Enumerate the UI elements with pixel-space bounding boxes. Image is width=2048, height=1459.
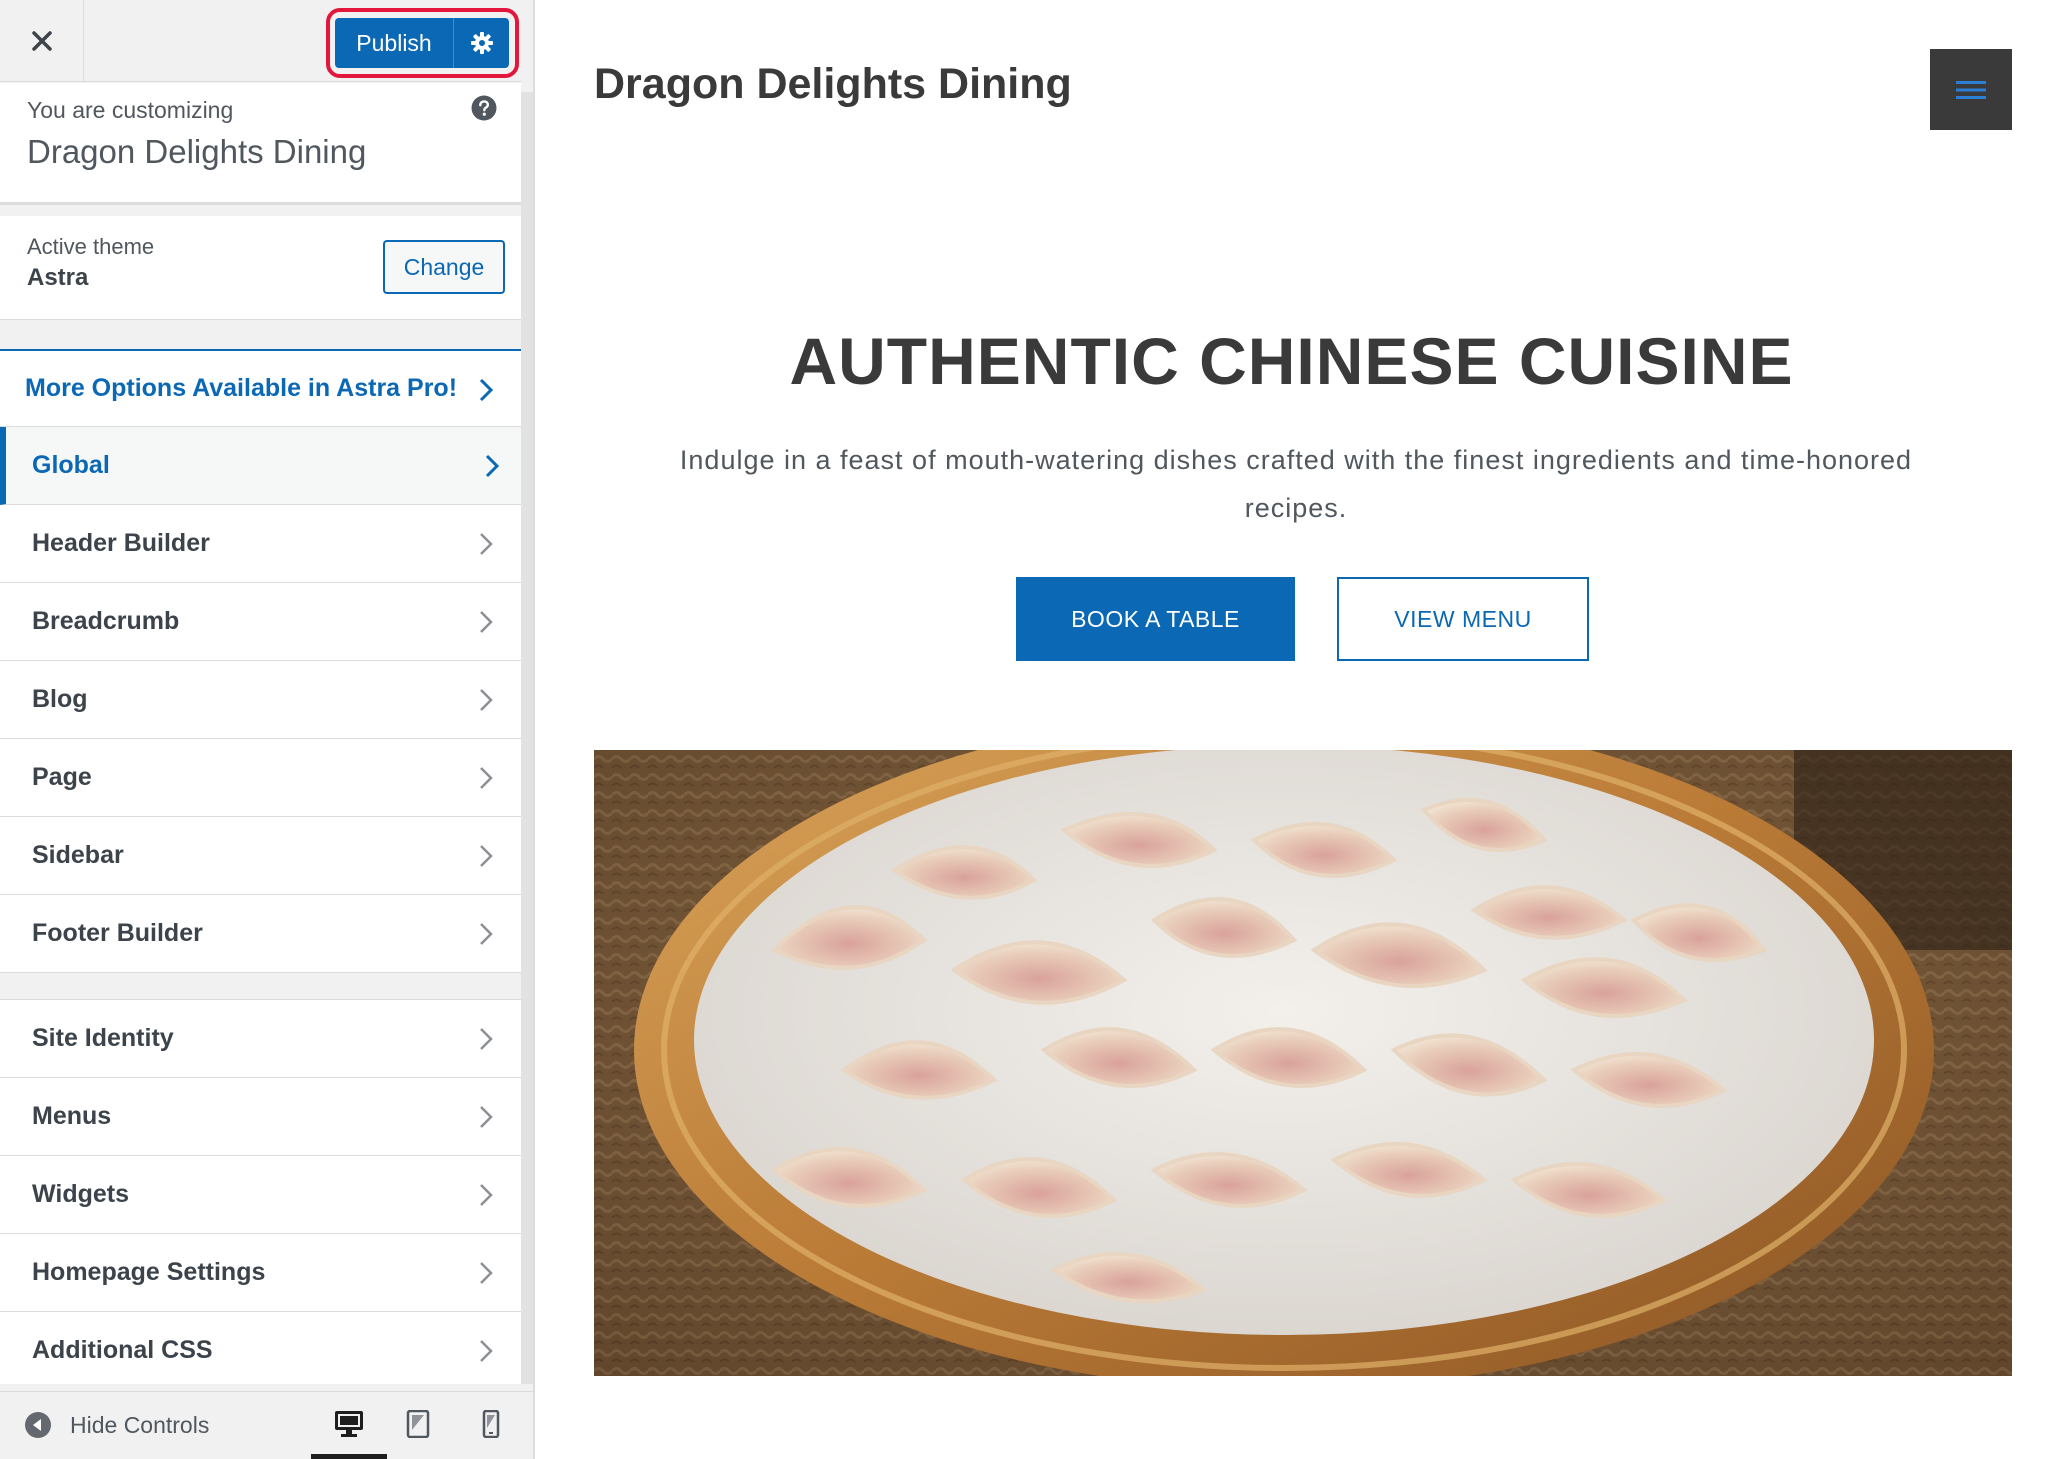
chevron-right-icon [480,533,493,555]
customizing-label: You are customizing [27,97,234,123]
chevron-right-icon [479,378,494,402]
section-label: Homepage Settings [32,1258,266,1286]
menu-toggle-button[interactable] [1930,49,2012,130]
section-label: Global [32,451,110,479]
dumplings-photo [594,750,2012,1376]
hero-description: Indulge in a feast of mouth-watering dis… [679,445,1913,523]
sidebar-scrollbar[interactable] [521,92,533,1384]
customizer-sections: More Options Available in Astra Pro! Glo… [0,349,521,1384]
section-breadcrumb[interactable]: Breadcrumb [0,583,521,661]
publish-settings-button[interactable] [453,18,509,68]
tablet-icon [406,1410,430,1438]
customizer-footer: Hide Controls [0,1391,533,1459]
section-additional-css[interactable]: Additional CSS [0,1312,521,1384]
change-theme-button[interactable]: Change [383,240,505,294]
active-theme-label: Active theme [27,234,155,259]
astra-pro-label: More Options Available in Astra Pro! [25,374,458,402]
chevron-right-icon [480,1028,493,1050]
section-footer-builder[interactable]: Footer Builder [0,895,521,973]
hide-controls-label: Hide Controls [70,1411,210,1438]
help-icon[interactable] [471,95,497,121]
section-label: Sidebar [32,841,124,869]
customizing-info-panel: You are customizing Dragon Delights Dini… [0,83,521,205]
chevron-right-icon [480,767,493,789]
collapse-arrow-icon [25,1412,51,1438]
chevron-right-icon [480,1340,493,1362]
section-widgets[interactable]: Widgets [0,1156,521,1234]
dumplings-photo-illustration [594,750,2012,1376]
chevron-right-icon [480,611,493,633]
astra-pro-upsell-link[interactable]: More Options Available in Astra Pro! [0,349,521,427]
active-theme-name: Astra [27,264,89,291]
preview-tablet-button[interactable] [396,1402,440,1446]
section-label: Site Identity [32,1024,174,1052]
section-header-builder[interactable]: Header Builder [0,505,521,583]
chevron-right-icon [485,454,500,478]
publish-button-group: Publish [335,18,509,68]
section-blog[interactable]: Blog [0,661,521,739]
section-site-identity[interactable]: Site Identity [0,1000,521,1078]
chevron-right-icon [480,1262,493,1284]
section-label: Breadcrumb [32,607,180,635]
hero-heading: AUTHENTIC CHINESE CUISINE [789,324,1794,398]
close-customizer-button[interactable] [0,0,84,82]
hide-controls-button[interactable]: Hide Controls [24,1407,209,1443]
sidebar-scroll-area: Publish You are customizing Dragon Delig… [0,0,521,1384]
section-divider [0,973,521,1000]
section-label: Additional CSS [32,1336,213,1364]
desktop-icon [335,1411,363,1437]
publish-button[interactable]: Publish [335,18,453,68]
chevron-right-icon [480,689,493,711]
customizing-site-name: Dragon Delights Dining [27,133,367,170]
view-menu-button[interactable]: VIEW MENU [1337,577,1589,661]
preview-desktop-button[interactable] [327,1402,371,1446]
section-label: Blog [32,685,88,713]
chevron-right-icon [480,845,493,867]
section-label: Header Builder [32,529,210,557]
section-label: Footer Builder [32,919,203,947]
site-title[interactable]: Dragon Delights Dining [594,60,1072,109]
section-label: Menus [32,1102,112,1130]
gear-icon [470,32,493,54]
close-icon [31,31,52,51]
active-theme-panel: Active theme Astra Change [0,216,521,320]
site-preview: Dragon Delights Dining AUTHENTIC CHINESE… [535,0,2048,1459]
customizer-sidebar: Publish You are customizing Dragon Delig… [0,0,533,1459]
section-menus[interactable]: Menus [0,1078,521,1156]
section-label: Page [32,763,92,791]
active-device-indicator [311,1454,387,1459]
mobile-icon [482,1410,500,1438]
section-homepage-settings[interactable]: Homepage Settings [0,1234,521,1312]
chevron-right-icon [480,1184,493,1206]
customizer-header: Publish [0,0,521,82]
section-global[interactable]: Global [0,427,521,505]
section-sidebar[interactable]: Sidebar [0,817,521,895]
section-page[interactable]: Page [0,739,521,817]
book-table-button[interactable]: BOOK A TABLE [1016,577,1295,661]
chevron-right-icon [480,923,493,945]
preview-mobile-button[interactable] [469,1402,513,1446]
chevron-right-icon [480,1106,493,1128]
section-label: Widgets [32,1180,129,1208]
hamburger-icon [1956,80,1986,99]
